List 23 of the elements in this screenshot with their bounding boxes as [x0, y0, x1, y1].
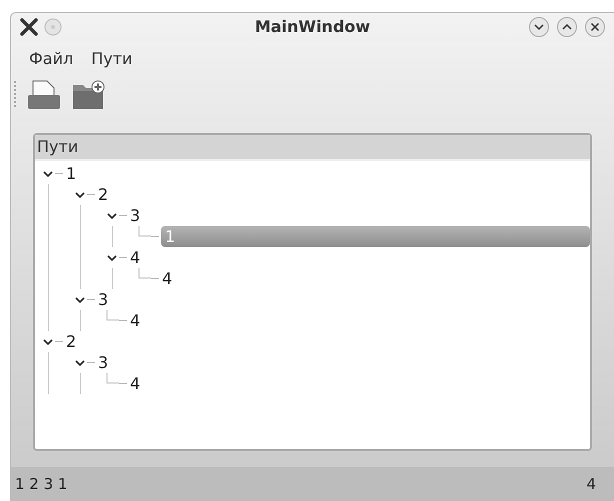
- tree-item[interactable]: 4: [129, 373, 142, 394]
- tree-item[interactable]: 2: [97, 184, 110, 205]
- minimize-button[interactable]: [528, 16, 550, 38]
- tools-icon[interactable]: [19, 17, 39, 37]
- status-text: 4: [586, 474, 596, 495]
- tree-item[interactable]: 4: [129, 247, 142, 268]
- tree-item[interactable]: 4: [129, 310, 142, 331]
- menu-item[interactable]: Файл: [25, 47, 78, 71]
- status-text: 1 2 3 1: [15, 474, 68, 495]
- window-title: MainWindow: [254, 16, 370, 38]
- toolbar-grip-icon: [13, 80, 17, 110]
- tree-item[interactable]: 3: [129, 205, 142, 226]
- tree-item[interactable]: 4: [161, 268, 174, 289]
- menu-item[interactable]: Пути: [87, 47, 136, 71]
- tree-item[interactable]: 2: [65, 331, 78, 352]
- tree-item[interactable]: 3: [97, 352, 110, 373]
- add-folder-icon[interactable]: [71, 79, 105, 111]
- close-button[interactable]: [584, 16, 606, 38]
- tree-item[interactable]: 3: [97, 289, 110, 310]
- maximize-button[interactable]: [556, 16, 578, 38]
- column-header[interactable]: Пути: [35, 135, 590, 161]
- new-document-icon[interactable]: [27, 79, 61, 111]
- tree-item[interactable]: 1: [65, 163, 78, 184]
